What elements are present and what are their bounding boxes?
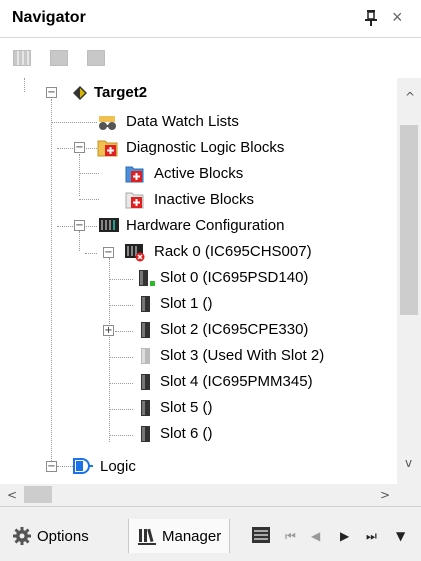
hardware-icon <box>99 218 119 232</box>
slot-label: Slot 0 (IC695PSD140) <box>160 269 309 286</box>
slot-label: Slot 2 (IC695CPE330) <box>160 321 309 338</box>
panel-title: Navigator <box>12 9 86 26</box>
used-slot-icon <box>141 348 150 364</box>
scroll-down-arrow[interactable]: v <box>405 456 412 470</box>
scroll-left-arrow[interactable]: < <box>7 488 17 502</box>
project-tree: − Target2 Data Watch Lists − Diagnostic … <box>0 78 397 478</box>
slot-label: Slot 1 () <box>160 295 213 312</box>
tab-manager-label: Manager <box>162 527 222 545</box>
tree-item-diagnostic-logic-blocks[interactable]: Diagnostic Logic Blocks <box>126 135 284 161</box>
tree-item-slot-3[interactable]: Slot 3 (Used With Slot 2) <box>160 343 324 369</box>
panel-titlebar: Navigator × <box>0 0 421 38</box>
module-icon <box>141 374 150 390</box>
tab-options-label: Options <box>37 527 89 545</box>
active-blocks-icon <box>125 166 144 183</box>
close-icon[interactable]: × <box>392 7 403 28</box>
data-watch-label: Data Watch Lists <box>126 113 239 130</box>
module-icon <box>141 296 150 312</box>
tree-item-slot-6[interactable]: Slot 6 () <box>160 421 213 447</box>
list-icon[interactable] <box>87 50 105 66</box>
tree-expander[interactable]: − <box>74 142 85 153</box>
slot-label: Slot 5 () <box>160 399 213 416</box>
scrollbar-corner <box>397 484 421 506</box>
tree-item-slot-5[interactable]: Slot 5 () <box>160 395 213 421</box>
tree-item-rack-0[interactable]: Rack 0 (IC695CHS007) <box>154 239 312 265</box>
module-icon <box>141 426 150 442</box>
previous-page-icon[interactable]: ◀ <box>311 529 320 543</box>
glasses-icon <box>99 116 116 130</box>
vertical-scroll-thumb[interactable] <box>400 125 418 315</box>
hardware-label: Hardware Configuration <box>126 217 285 234</box>
cpu-icon <box>141 322 150 338</box>
tab-menu-icon[interactable]: ▼ <box>396 529 405 543</box>
tree-item-data-watch-lists[interactable]: Data Watch Lists <box>126 109 239 135</box>
tree-item-inactive-blocks[interactable]: Inactive Blocks <box>154 187 254 213</box>
tree-item-target[interactable]: Target2 <box>94 80 147 106</box>
inactive-blocks-label: Inactive Blocks <box>154 191 255 208</box>
target-icon <box>73 86 87 100</box>
tree-item-slot-4[interactable]: Slot 4 (IC695PMM345) <box>160 369 313 395</box>
tab-manager[interactable]: Manager <box>128 519 231 553</box>
next-page-icon[interactable]: ▶ <box>340 529 349 543</box>
tree-expander[interactable]: − <box>46 87 57 98</box>
inactive-blocks-icon <box>125 192 144 209</box>
scroll-up-arrow[interactable]: ^ <box>405 90 415 104</box>
tree-expander[interactable]: − <box>74 220 85 231</box>
properties-icon[interactable] <box>50 50 68 66</box>
horizontal-scroll-thumb[interactable] <box>24 486 52 503</box>
pin-icon[interactable] <box>362 8 380 28</box>
logic-icon <box>73 458 93 474</box>
active-blocks-label: Active Blocks <box>154 165 244 182</box>
navigator-toolbar <box>0 38 421 78</box>
tree-item-hardware-configuration[interactable]: Hardware Configuration <box>126 213 284 239</box>
power-supply-icon <box>139 270 155 286</box>
gear-icon <box>13 527 31 545</box>
diagnostic-blocks-label: Diagnostic Logic Blocks <box>126 139 285 156</box>
slot-label: Slot 3 (Used With Slot 2) <box>160 347 325 364</box>
module-icon <box>141 400 150 416</box>
tree-item-slot-1[interactable]: Slot 1 () <box>160 291 213 317</box>
bottom-tab-bar: Options Manager ⏮ ◀ ▶ ⏭ ▼ <box>0 506 421 561</box>
diagnostic-folder-icon <box>97 140 118 157</box>
tree-item-slot-0[interactable]: Slot 0 (IC695PSD140) <box>160 265 308 291</box>
scroll-right-arrow[interactable]: > <box>380 488 390 502</box>
last-page-icon[interactable]: ⏭ <box>366 529 377 544</box>
tree-expander[interactable]: − <box>46 461 57 472</box>
horizontal-scrollbar[interactable] <box>0 484 397 506</box>
target-label: Target2 <box>94 84 148 101</box>
tree-item-slot-2[interactable]: Slot 2 (IC695CPE330) <box>160 317 308 343</box>
slot-label: Slot 4 (IC695PMM345) <box>160 373 313 390</box>
tree-item-active-blocks[interactable]: Active Blocks <box>154 161 243 187</box>
logic-label: Logic <box>100 458 136 475</box>
rack-label: Rack 0 (IC695CHS007) <box>154 243 312 260</box>
grid-icon[interactable] <box>13 50 31 66</box>
slot-label: Slot 6 () <box>160 425 213 442</box>
first-page-icon[interactable]: ⏮ <box>285 529 296 544</box>
tree-expander[interactable]: − <box>103 247 114 258</box>
tab-options[interactable]: Options <box>12 519 89 553</box>
toolchest-icon[interactable] <box>250 525 272 545</box>
rack-icon <box>125 244 145 262</box>
library-icon <box>138 528 156 545</box>
tree-item-logic[interactable]: Logic <box>100 454 136 478</box>
tree-expander[interactable]: + <box>103 325 114 336</box>
